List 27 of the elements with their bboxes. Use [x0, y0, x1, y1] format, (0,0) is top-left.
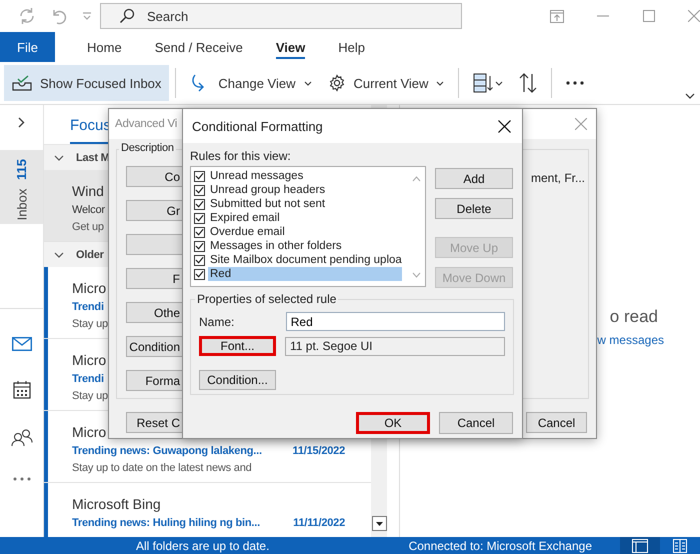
message-preview: Stay up to date on the latest news and [72, 461, 252, 476]
font-field: 11 pt. Segoe UI [285, 336, 505, 356]
message-date: 11/11/2022 [292, 516, 345, 531]
dialog-title: Advanced Vi [115, 118, 178, 130]
description-text: ment, Fr... [531, 170, 586, 187]
empty-pane-heading: o read [610, 307, 658, 327]
sender-name: Micro [72, 279, 106, 298]
message-preview: Stay up [72, 317, 108, 332]
sender-name: Wind [72, 182, 104, 201]
message-date: 11/15/2022 [292, 444, 345, 459]
sender-name: Micro [72, 351, 106, 370]
status-text: All folders are up to date. [136, 538, 270, 552]
rules-label: Rules for this view: [190, 149, 292, 163]
message-subject: Welcor [72, 203, 105, 218]
message-preview: Stay up [72, 389, 108, 404]
message-subject: Trendi [72, 372, 104, 387]
name-label: Name: [199, 314, 236, 328]
message-subject: Trending news: Huling hiling ng bin... [72, 516, 260, 531]
message-subject: Trending news: Guwapong lalakeng... [72, 444, 262, 459]
dialog-title: Conditional Formatting [192, 118, 323, 134]
group-label: Description [119, 142, 176, 154]
message-subject: Trendi [72, 300, 104, 315]
sender-name: Microsoft Bing [72, 495, 161, 514]
message-preview: Get up [72, 220, 104, 235]
sender-name: Micro [72, 423, 106, 442]
connection-status: Connected to: Microsoft Exchange [408, 538, 592, 552]
group-label: Properties of selected rule [195, 292, 338, 306]
